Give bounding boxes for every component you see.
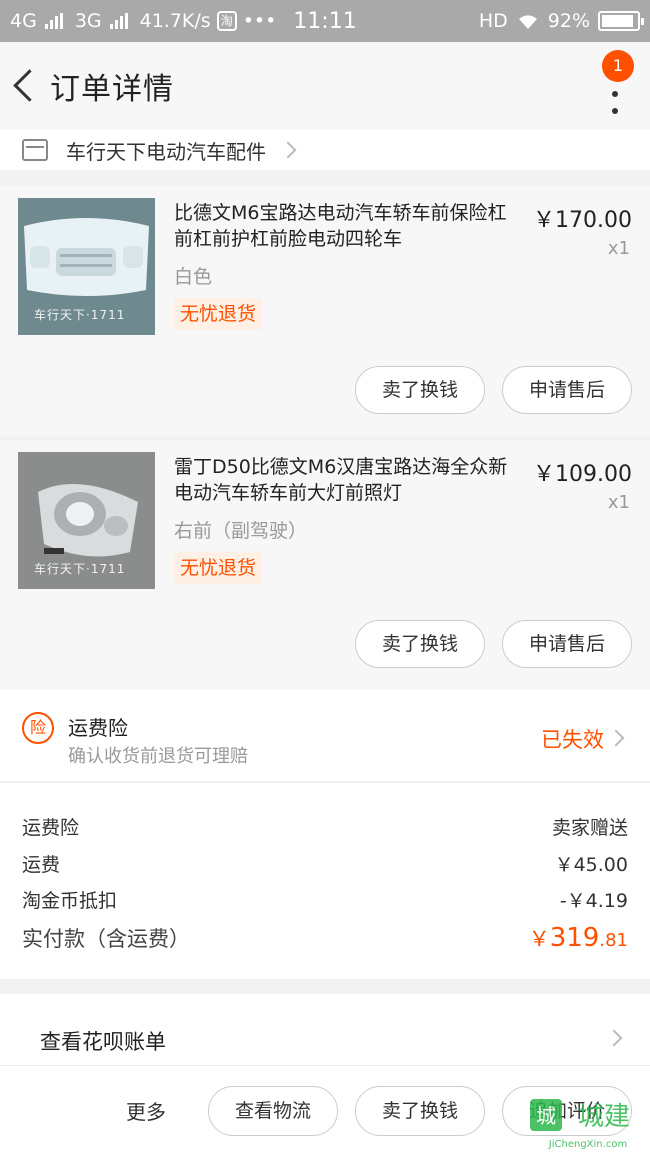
item-quantity: x1	[607, 238, 630, 259]
back-arrow-icon[interactable]	[6, 42, 50, 130]
insurance-icon: 险	[22, 712, 54, 744]
sell-exchange-button[interactable]: 卖了换钱	[355, 366, 485, 414]
site-watermark-logo: 城 城建 JiChengXin.com	[528, 1095, 646, 1151]
summary-value: 卖家赠送	[551, 817, 628, 839]
total-integer: 319	[549, 923, 600, 953]
order-item[interactable]: 车行天下·1711 比德文M6宝路达电动汽车轿车前保险杠前杠前护杠前脸电动四轮车…	[0, 186, 650, 436]
summary-row: 运费险 卖家赠送	[22, 813, 628, 840]
watermark-sub: JiChengXin.com	[548, 1139, 627, 1150]
item-price: ￥170.00	[533, 208, 632, 233]
return-badge: 无忧退货	[174, 298, 263, 330]
product-image[interactable]: 车行天下·1711	[18, 198, 155, 335]
shop-icon	[22, 139, 48, 161]
image-watermark: 车行天下·1711	[34, 562, 126, 576]
notification-badge: 1	[602, 50, 634, 82]
summary-label: 淘金币抵扣	[22, 890, 118, 912]
after-sale-button[interactable]: 申请售后	[502, 620, 632, 668]
network-3g: 3G	[74, 10, 102, 32]
chevron-right-icon	[605, 1029, 623, 1047]
nav-bar: 订单详情 1	[0, 42, 650, 130]
product-image[interactable]: 车行天下·1711	[18, 452, 155, 589]
more-dots: •••	[242, 10, 277, 32]
summary-row: 淘金币抵扣 -￥4.19	[22, 886, 628, 913]
item-price: ￥109.00	[533, 462, 632, 487]
after-sale-button[interactable]: 申请售后	[502, 366, 632, 414]
battery-percent: 92%	[547, 10, 590, 32]
insurance-status: 已失效	[541, 728, 604, 752]
item-quantity: x1	[607, 492, 630, 513]
network-speed: 41.7K/s	[139, 10, 211, 32]
chevron-right-icon	[607, 729, 625, 747]
shop-header[interactable]: 车行天下电动汽车配件	[0, 130, 650, 170]
chevron-right-icon	[279, 141, 297, 159]
taobao-icon: 淘	[216, 11, 237, 31]
signal-icon	[109, 13, 128, 29]
item-title[interactable]: 比德文M6宝路达电动汽车轿车前保险杠前杠前护杠前脸电动四轮车	[174, 200, 514, 252]
insurance-subtitle: 确认收货前退货可理赔	[68, 746, 248, 767]
shipping-insurance-row[interactable]: 险 运费险 确认收货前退货可理赔 已失效	[0, 690, 650, 782]
huabei-bill-row[interactable]: 查看花呗账单	[0, 994, 650, 1066]
summary-label: 运费	[22, 854, 61, 876]
image-watermark: 车行天下·1711	[34, 308, 126, 322]
sell-exchange-button[interactable]: 卖了换钱	[355, 1086, 485, 1136]
view-logistics-button[interactable]: 查看物流	[208, 1086, 338, 1136]
more-link[interactable]: 更多	[126, 1096, 166, 1125]
total-row: 实付款（含运费） ￥319.81	[22, 923, 628, 953]
summary-label: 运费险	[22, 817, 80, 839]
hd-label: HD	[478, 10, 508, 32]
huabei-label: 查看花呗账单	[40, 1030, 166, 1054]
page-title: 订单详情	[50, 72, 174, 107]
total-amount: ￥319.81	[529, 923, 628, 953]
item-title[interactable]: 雷丁D50比德文M6汉唐宝路达海全众新电动汽车轿车前大灯前照灯	[174, 454, 514, 506]
summary-row: 运费 ￥45.00	[22, 850, 628, 877]
bottom-action-bar: 更多 查看物流 卖了换钱 追加评价 城 城建 JiChengXin.com	[0, 1066, 650, 1155]
summary-value: -￥4.19	[559, 890, 628, 912]
network-4g: 4G	[10, 10, 37, 32]
sell-exchange-button[interactable]: 卖了换钱	[355, 620, 485, 668]
svg-text:城: 城	[536, 1104, 556, 1128]
insurance-title: 运费险	[68, 716, 128, 740]
total-decimal: .81	[599, 930, 628, 951]
watermark-text: 城建	[578, 1102, 630, 1132]
total-currency: ￥	[528, 927, 550, 951]
shop-name: 车行天下电动汽车配件	[66, 139, 266, 164]
return-badge: 无忧退货	[174, 552, 263, 584]
price-summary: 运费险 卖家赠送 运费 ￥45.00 淘金币抵扣 -￥4.19 实付款（含运费）…	[0, 783, 650, 979]
order-item[interactable]: 车行天下·1711 雷丁D50比德文M6汉唐宝路达海全众新电动汽车轿车前大灯前照…	[0, 440, 650, 690]
summary-value: ￥45.00	[554, 854, 628, 876]
item-spec: 右前（副驾驶）	[174, 520, 308, 542]
total-label: 实付款（含运费）	[22, 927, 190, 951]
signal-icon	[44, 13, 63, 29]
battery-icon	[598, 11, 644, 31]
item-spec: 白色	[174, 266, 213, 288]
status-bar: 4G 3G 41.7K/s 淘 ••• 11:11 HD 92%	[0, 0, 650, 42]
wifi-icon	[518, 15, 537, 29]
